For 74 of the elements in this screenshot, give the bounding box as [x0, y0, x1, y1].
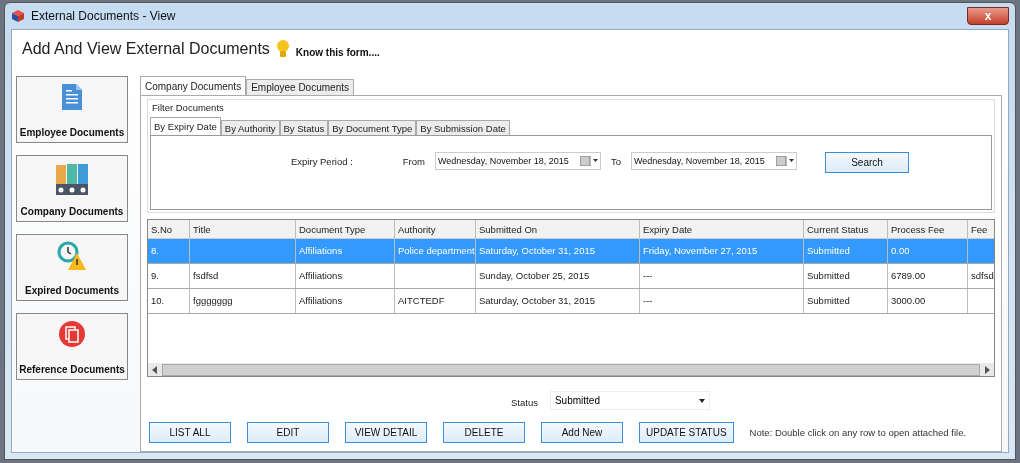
action-button[interactable]: Add New [541, 422, 623, 443]
action-button[interactable]: VIEW DETAIL [345, 422, 427, 443]
filter-tab[interactable]: By Status [279, 120, 329, 135]
column-header[interactable]: Fee [968, 220, 994, 238]
table-cell: 8. [148, 239, 190, 263]
column-header[interactable]: Document Type [296, 220, 395, 238]
column-header[interactable]: Expiry Date [640, 220, 804, 238]
sidebar-button[interactable]: Company Documents [16, 155, 128, 222]
sidebar-button[interactable]: Expired Documents [16, 234, 128, 301]
status-label: Status [511, 396, 538, 408]
table-cell: fggggggg [190, 289, 296, 313]
document-icon [61, 83, 83, 111]
column-header[interactable]: Submitted On [476, 220, 640, 238]
table-cell: Submitted [804, 264, 888, 288]
calendar-icon [579, 156, 598, 166]
column-header[interactable]: Title [190, 220, 296, 238]
table-cell: fsdfsd [190, 264, 296, 288]
documents-icon [58, 320, 86, 348]
column-header[interactable]: S.No [148, 220, 190, 238]
table-cell: Police department [395, 239, 476, 263]
action-button[interactable]: EDIT [247, 422, 329, 443]
column-header[interactable]: Current Status [804, 220, 888, 238]
date-picker[interactable]: Wednesday, November 18, 2015 [434, 152, 601, 170]
table-cell: Affiliations [296, 264, 395, 288]
table-cell-text: sdfsd [970, 269, 994, 283]
filter-tab[interactable]: By Submission Date [416, 120, 510, 135]
column-header[interactable]: Authority [395, 220, 476, 238]
table-cell: 3000.00 [888, 289, 968, 313]
table-row[interactable]: 10. fggggggg Affiliations AITCTEDF Saturday, October 31, 2015 --- Submitted 3000.00 [148, 289, 994, 314]
action-button[interactable]: LIST ALL [149, 422, 231, 443]
light-bulb-icon [275, 39, 290, 59]
table-cell: Sunday, October 25, 2015 [476, 264, 640, 288]
cube-icon [11, 9, 25, 23]
calendar-icon [776, 156, 794, 166]
table-cell: Friday, November 27, 2015 [640, 239, 804, 263]
table-cell: --- [640, 289, 804, 313]
form-title: Add And View External Documents [22, 40, 270, 58]
table-cell: Affiliations [296, 289, 395, 313]
date-picker[interactable]: Wednesday, November 18, 2015 [631, 152, 797, 170]
from-label: From [402, 155, 425, 167]
search-button[interactable]: Search [825, 152, 909, 173]
action-button[interactable]: UPDATE STATUS [639, 422, 734, 443]
table-cell: Affiliations [296, 239, 395, 263]
period-label: Expiry Period : [291, 155, 353, 167]
table-cell: 6789.00 [888, 264, 968, 288]
clock-warning-icon [57, 241, 87, 271]
table-cell: 0.00 [888, 239, 968, 263]
table-row[interactable]: 9. fsdfsd Affiliations Sunday, October 25, 2015 --- Submitted 6789.00 sdfsd [148, 264, 994, 289]
filter-tab[interactable]: By Expiry Date [150, 117, 221, 135]
to-label: To [610, 155, 621, 167]
sidebar-button[interactable]: Reference Documents [16, 313, 128, 380]
table-cell: 10. [148, 289, 190, 313]
filter-tab[interactable]: By Authority [220, 120, 280, 135]
table-cell: Saturday, October 31, 2015 [476, 239, 640, 263]
help-link[interactable]: Know this form.... [295, 46, 380, 58]
table-cell: Saturday, October 31, 2015 [476, 289, 640, 313]
horizontal-scrollbar[interactable] [148, 363, 994, 376]
column-header[interactable]: Process Fee [888, 220, 968, 238]
sidebar-button[interactable]: Employee Documents [16, 76, 128, 143]
note-text: Note: Double click on any row to open attached file. [749, 427, 967, 438]
action-button[interactable]: DELETE [443, 422, 525, 443]
group-title: Filter Documents [152, 102, 225, 113]
table-cell: Submitted [804, 239, 888, 263]
table-cell: --- [640, 264, 804, 288]
table-cell: 9. [148, 264, 190, 288]
tab[interactable]: Company Documents [140, 76, 247, 95]
filter-tab[interactable]: By Document Type [328, 120, 417, 135]
status-dropdown[interactable]: Submitted [549, 391, 710, 410]
tab[interactable]: Employee Documents [246, 79, 354, 95]
window-title: External Documents - View [31, 9, 176, 23]
binders-icon [55, 162, 89, 196]
table-cell: Submitted [804, 289, 888, 313]
caret-icon [698, 398, 705, 403]
table-cell: AITCTEDF [395, 289, 476, 313]
